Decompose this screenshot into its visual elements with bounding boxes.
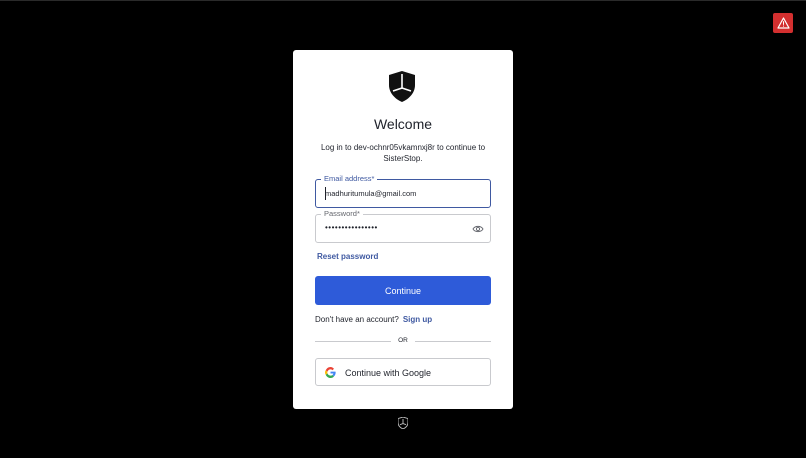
password-value: •••••••••••••••• <box>325 223 378 232</box>
footer-shield-logo-icon <box>398 417 408 429</box>
top-border <box>0 0 806 1</box>
email-field[interactable]: Email address* madhuritumula@gmail.com <box>315 174 491 208</box>
signup-prompt: Don't have an account? <box>315 315 399 324</box>
email-value: madhuritumula@gmail.com <box>325 189 417 198</box>
warning-triangle-icon <box>776 17 790 29</box>
email-label: Email address* <box>321 174 378 184</box>
eye-icon[interactable] <box>472 224 484 234</box>
divider-right <box>415 341 491 342</box>
google-icon <box>325 367 336 378</box>
google-button-label: Continue with Google <box>345 368 432 378</box>
continue-button[interactable]: Continue <box>315 276 491 305</box>
page-title: Welcome <box>373 116 433 132</box>
google-login-button[interactable]: Continue with Google <box>315 358 491 386</box>
login-subtitle: Log in to dev-ochnr05vkamnxj8r to contin… <box>320 143 486 163</box>
shield-logo-icon <box>389 71 415 102</box>
password-label: Password* <box>321 209 363 219</box>
password-field[interactable]: Password* •••••••••••••••• <box>315 209 491 243</box>
signup-row: Don't have an account? Sign up <box>315 315 432 324</box>
login-card: Welcome Log in to dev-ochnr05vkamnxj8r t… <box>293 50 513 409</box>
warning-button[interactable] <box>773 13 793 33</box>
signup-link[interactable]: Sign up <box>403 315 432 324</box>
reset-password-link[interactable]: Reset password <box>317 252 378 261</box>
